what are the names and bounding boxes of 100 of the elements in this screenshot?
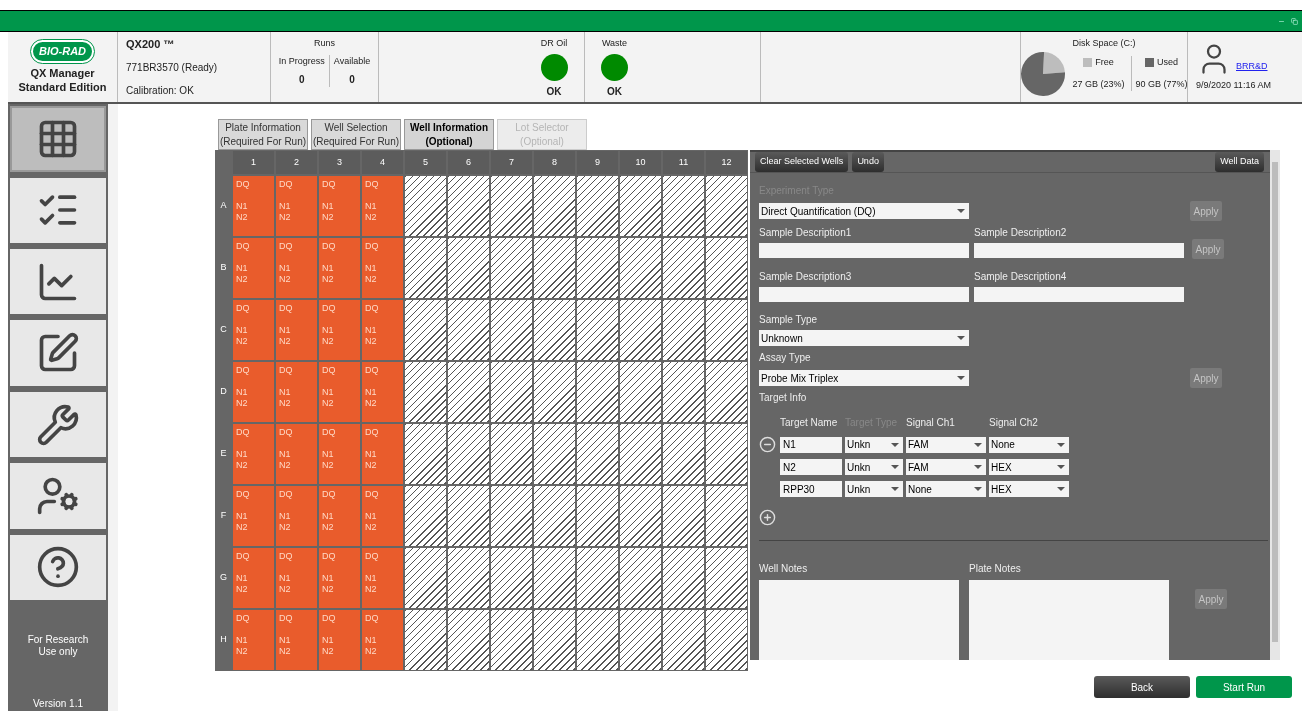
empty-well[interactable] xyxy=(534,424,575,484)
column-header[interactable]: 2 xyxy=(276,151,317,174)
empty-well[interactable] xyxy=(577,486,618,546)
empty-well[interactable] xyxy=(620,486,661,546)
empty-well[interactable] xyxy=(663,486,704,546)
empty-well[interactable] xyxy=(491,486,532,546)
column-header[interactable]: 4 xyxy=(362,151,403,174)
row-header[interactable]: E xyxy=(216,424,231,484)
remove-icon[interactable] xyxy=(759,436,776,453)
scrollbar[interactable] xyxy=(1270,150,1280,660)
row-header[interactable]: B xyxy=(216,238,231,298)
column-header[interactable]: 11 xyxy=(663,151,704,174)
row-header[interactable]: H xyxy=(216,610,231,670)
empty-well[interactable] xyxy=(491,238,532,298)
empty-well[interactable] xyxy=(448,300,489,360)
empty-well[interactable] xyxy=(448,176,489,236)
target-type-select[interactable]: Unkn xyxy=(845,481,903,497)
sidebar-button[interactable] xyxy=(10,177,106,244)
column-header[interactable]: 1 xyxy=(233,151,274,174)
add-icon[interactable] xyxy=(759,509,776,526)
sidebar-button[interactable] xyxy=(10,106,106,172)
description-field[interactable] xyxy=(759,287,969,302)
signal-select[interactable]: None xyxy=(989,436,1069,453)
empty-well[interactable] xyxy=(663,238,704,298)
empty-well[interactable] xyxy=(620,176,661,236)
empty-well[interactable] xyxy=(534,610,575,670)
empty-well[interactable] xyxy=(706,238,747,298)
back-button[interactable]: Back xyxy=(1094,676,1190,698)
empty-well[interactable] xyxy=(405,486,446,546)
empty-well[interactable] xyxy=(577,176,618,236)
tab[interactable]: Plate Information (Required For Run) xyxy=(218,119,308,150)
empty-well[interactable] xyxy=(448,610,489,670)
empty-well[interactable] xyxy=(577,362,618,422)
empty-well[interactable] xyxy=(663,300,704,360)
column-header[interactable]: 10 xyxy=(620,151,661,174)
empty-well[interactable] xyxy=(405,176,446,236)
column-header[interactable]: 12 xyxy=(706,151,747,174)
description-field[interactable] xyxy=(974,287,1184,302)
target-type-select[interactable]: Unkn xyxy=(845,459,903,475)
column-header[interactable]: 6 xyxy=(448,151,489,174)
empty-well[interactable] xyxy=(491,300,532,360)
sample-type-select[interactable]: Unknown xyxy=(759,330,969,346)
empty-well[interactable] xyxy=(534,176,575,236)
description-field[interactable] xyxy=(759,243,969,258)
target-name-field[interactable]: N1 xyxy=(780,436,842,453)
row-header[interactable]: F xyxy=(216,486,231,546)
empty-well[interactable] xyxy=(663,176,704,236)
empty-well[interactable] xyxy=(706,300,747,360)
empty-well[interactable] xyxy=(534,238,575,298)
empty-well[interactable] xyxy=(405,300,446,360)
toolbar-button[interactable]: Undo xyxy=(852,152,884,172)
sidebar-button[interactable] xyxy=(10,463,106,529)
empty-well[interactable] xyxy=(577,610,618,670)
column-header[interactable]: 7 xyxy=(491,151,532,174)
empty-well[interactable] xyxy=(706,548,747,608)
tab[interactable]: Well Information (Optional) xyxy=(404,119,494,150)
signal-select[interactable]: HEX xyxy=(989,459,1069,475)
empty-well[interactable] xyxy=(620,548,661,608)
empty-well[interactable] xyxy=(534,362,575,422)
column-header[interactable]: 5 xyxy=(405,151,446,174)
row-header[interactable]: G xyxy=(216,548,231,608)
empty-well[interactable] xyxy=(620,362,661,422)
description-field[interactable] xyxy=(974,243,1184,258)
row-header[interactable]: A xyxy=(216,176,231,236)
empty-well[interactable] xyxy=(448,238,489,298)
row-header[interactable]: C xyxy=(216,300,231,360)
empty-well[interactable] xyxy=(663,610,704,670)
empty-well[interactable] xyxy=(491,548,532,608)
empty-well[interactable] xyxy=(577,300,618,360)
empty-well[interactable] xyxy=(663,362,704,422)
empty-well[interactable] xyxy=(448,548,489,608)
empty-well[interactable] xyxy=(405,238,446,298)
empty-well[interactable] xyxy=(405,610,446,670)
empty-well[interactable] xyxy=(448,486,489,546)
empty-well[interactable] xyxy=(577,548,618,608)
empty-well[interactable] xyxy=(706,486,747,546)
notes-field[interactable] xyxy=(759,580,959,660)
empty-well[interactable] xyxy=(491,176,532,236)
sidebar-button[interactable] xyxy=(10,320,106,386)
empty-well[interactable] xyxy=(448,362,489,422)
empty-well[interactable] xyxy=(577,424,618,484)
empty-well[interactable] xyxy=(706,362,747,422)
empty-well[interactable] xyxy=(534,548,575,608)
column-header[interactable]: 9 xyxy=(577,151,618,174)
user-link[interactable]: BRR&D xyxy=(1236,59,1268,74)
empty-well[interactable] xyxy=(620,238,661,298)
column-header[interactable]: 3 xyxy=(319,151,360,174)
experiment-type-select[interactable]: Direct Quantification (DQ) xyxy=(759,203,969,219)
empty-well[interactable] xyxy=(491,610,532,670)
empty-well[interactable] xyxy=(534,300,575,360)
toolbar-button[interactable]: Clear Selected Wells xyxy=(755,152,849,172)
empty-well[interactable] xyxy=(620,424,661,484)
target-type-select[interactable]: Unkn xyxy=(845,436,903,453)
signal-select[interactable]: HEX xyxy=(989,481,1069,497)
signal-select[interactable]: FAM xyxy=(906,436,986,453)
empty-well[interactable] xyxy=(620,300,661,360)
empty-well[interactable] xyxy=(663,548,704,608)
empty-well[interactable] xyxy=(534,486,575,546)
empty-well[interactable] xyxy=(448,424,489,484)
empty-well[interactable] xyxy=(706,176,747,236)
